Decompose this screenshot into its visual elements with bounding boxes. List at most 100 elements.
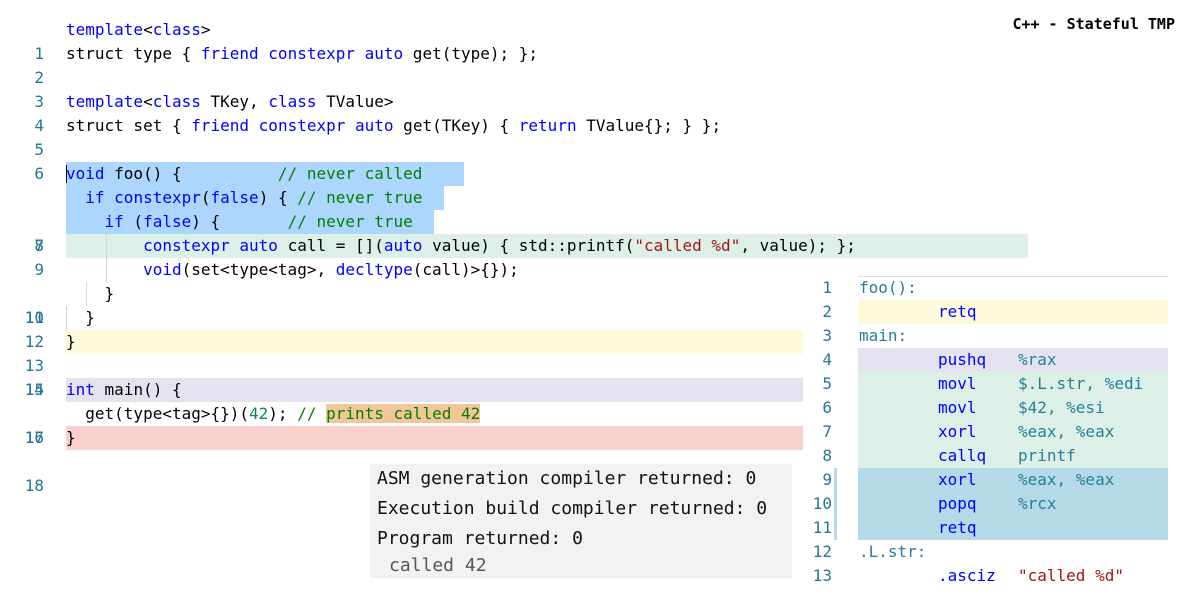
asm-line-number: 1 [822,278,832,297]
code-token: < [143,20,153,39]
code-token: ( [123,212,144,231]
code-token: ) { [191,212,288,231]
code-line: 15 [0,354,820,399]
asm-instruction: callq [938,446,987,465]
code-string: "called %d" [634,236,741,255]
asm-line-highlight [858,516,1168,540]
code-line: 6 [0,138,820,183]
code-line: 10 constexpr auto call = [](auto value) … [0,234,1028,327]
code-line: 12 } [0,282,820,351]
program-output: called 42 [389,555,487,576]
assembly-output[interactable]: 1 foo(): 2 retq 3 main: 4 pushq %rax 5 movl $.L.str… [800,276,1180,588]
asm-line: 5 movl $.L.str, %edi [800,372,1180,396]
asm-instruction: popq [938,494,977,513]
code-token: class [152,20,201,39]
asm-line: 3 main: [800,324,1180,348]
asm-line-highlight [858,300,1168,324]
source-editor[interactable]: 1 template<class> 2 struct type { friend… [0,18,1028,495]
code-token: constexpr [114,188,201,207]
asm-instruction: movl [938,374,977,393]
asm-line: 6 movl $42, %esi [800,396,1180,420]
asm-line-highlight [858,396,1168,420]
asm-label: .L.str: [859,542,927,561]
code-line: 4 template<class TKey, class TValue> [0,90,820,135]
line-number: 18 [24,476,44,495]
code-token: TValue{}; } }; [576,116,722,135]
code-token: get(type<tag>{})( [66,404,250,423]
code-token: constexpr [268,44,355,63]
code-token: struct type { [66,44,201,63]
code-token: , value); }; [740,236,856,255]
code-token: friend [191,116,250,135]
asm-line: 11 retq [800,516,1180,540]
asm-operands: $42, %esi [1018,398,1105,417]
asm-line-highlight [858,492,1168,516]
code-token: TValue> [316,92,394,111]
code-token: (call)>{}); [412,260,519,279]
compiler-output-panel: ASM generation compiler returned: 0 Exec… [370,464,792,578]
asm-line-highlight [858,444,1168,468]
asm-operands: "called %d" [1018,566,1124,585]
asm-operands: printf [1018,446,1076,465]
asm-line: 1 foo(): [800,276,1180,300]
code-token: } [66,332,76,351]
asm-label: foo(): [859,278,917,297]
code-token: friend [200,44,259,63]
code-token: constexpr [258,116,346,135]
asm-line-number: 6 [822,398,832,417]
output-line: Execution build compiler returned: 0 [377,498,768,519]
code-line: 3 [0,66,820,111]
code-token: template [66,20,144,39]
code-token: ) { [258,188,298,207]
code-token: } [66,308,95,327]
code-token: foo() { [104,164,278,183]
code-number: 42 [249,404,269,423]
code-token: auto [239,236,278,255]
asm-instruction: pushq [938,350,987,369]
asm-line-number: 3 [822,326,832,345]
asm-line: 13 .asciz "called %d" [800,564,1180,588]
code-token: if [104,212,124,231]
code-token: ( [200,188,211,207]
code-comment-highlighted: prints called 42 [326,404,481,423]
code-comment: // never called [277,164,423,183]
code-line: 16 int main() { [0,378,820,447]
code-token: false [210,188,259,207]
code-token: class [152,92,201,111]
code-token: > [200,20,211,39]
code-token: } [66,428,76,447]
code-token: int [66,380,95,399]
asm-line-number: 2 [822,302,832,321]
asm-line-number: 5 [822,374,832,393]
asm-line-highlight [858,420,1168,444]
line-highlight [66,426,803,450]
output-line: Program returned: 0 [377,528,583,549]
line-highlight [66,330,803,354]
code-token: decltype [335,260,413,279]
code-token: auto [364,44,404,63]
asm-line-number: 7 [822,422,832,441]
asm-instruction: xorl [938,422,977,441]
asm-operands: %eax, %eax [1018,422,1115,441]
asm-operands: %rax [1018,350,1057,369]
asm-line-number: 10 [812,494,832,513]
code-token: } [66,284,115,303]
code-token: auto [383,236,423,255]
code-line: 1 template<class> [0,18,820,63]
code-line: 5 struct set { friend constexpr auto get… [0,114,820,159]
code-line: 13 } [0,306,820,375]
asm-operands: %eax, %eax [1018,470,1115,489]
code-comment: // never true [287,212,413,231]
code-token: struct set { [66,116,192,135]
code-line: 2 struct type { friend constexpr auto ge… [0,42,820,87]
asm-line: 9 xorl %eax, %eax [800,468,1180,492]
code-token: template [66,92,144,111]
code-token: void [143,260,182,279]
code-line: 7 void foo() { // never called [0,162,820,255]
code-token: class [268,92,317,111]
